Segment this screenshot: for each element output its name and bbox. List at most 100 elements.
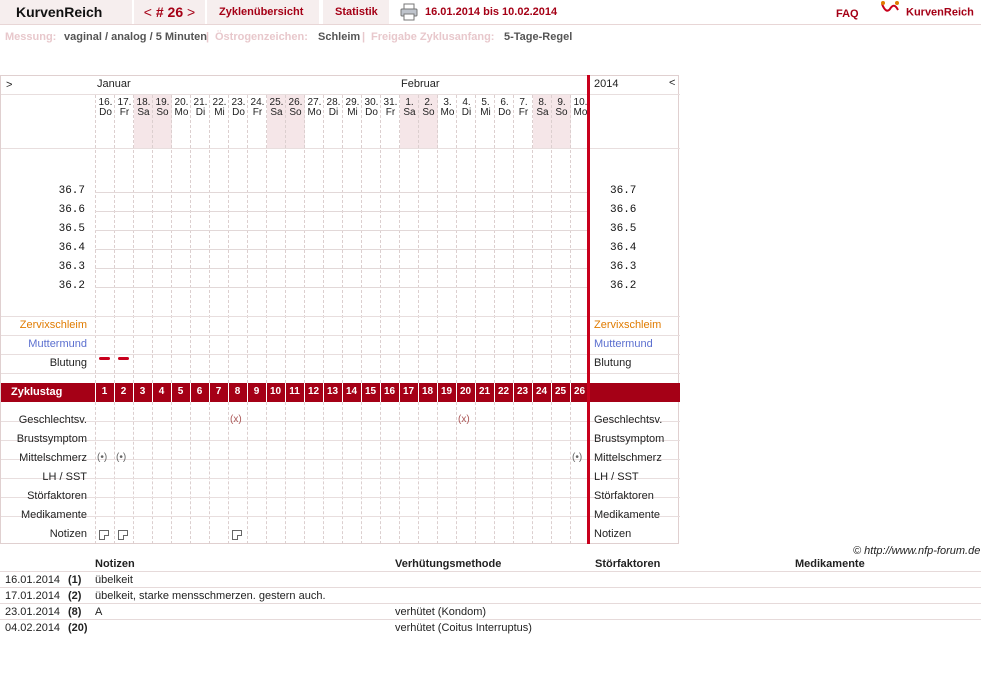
temperature-gridline bbox=[95, 230, 588, 231]
day-weekday: Do bbox=[99, 107, 112, 118]
cycle-day-divider bbox=[247, 383, 248, 402]
cycle-day-cell: (8) bbox=[68, 606, 82, 618]
row-label-left: Zervixschleim bbox=[19, 319, 87, 331]
cycle-day-divider bbox=[190, 383, 191, 402]
printer-icon[interactable] bbox=[400, 3, 420, 21]
column-gridline bbox=[209, 95, 210, 383]
cycle-day-divider bbox=[133, 383, 134, 402]
cycle-day-number: 14 bbox=[345, 386, 358, 397]
row-label-right: Muttermund bbox=[594, 338, 653, 350]
cycle-day-cell: (20) bbox=[68, 622, 88, 634]
column-gridline bbox=[342, 95, 343, 383]
cycle-day-number: 22 bbox=[497, 386, 510, 397]
tab-statistics[interactable]: Statistik bbox=[323, 0, 389, 24]
temperature-label-right: 36.5 bbox=[610, 223, 637, 235]
day-weekday: So bbox=[555, 107, 568, 118]
scroll-right-button[interactable]: < bbox=[669, 77, 675, 89]
day-weekday: So bbox=[289, 107, 302, 118]
cycle-day-divider bbox=[285, 383, 286, 402]
mittelschmerz-mark[interactable]: (•) bbox=[97, 452, 107, 463]
column-gridline bbox=[247, 402, 248, 544]
cycle-chart: > 2014 < Zyklustag Januar Februar 16. Do 17.… bbox=[0, 75, 680, 544]
estrogen-label: Östrogenzeichen: bbox=[215, 31, 308, 43]
column-gridline bbox=[380, 95, 381, 383]
column-gridline bbox=[361, 402, 362, 544]
row-gridline bbox=[1, 354, 680, 355]
month-label: Februar bbox=[401, 78, 440, 90]
cycle-day-divider bbox=[323, 383, 324, 402]
column-gridline bbox=[342, 402, 343, 544]
date-cell: 04.02.2014 bbox=[5, 622, 61, 634]
cycle-day-number: 3 bbox=[139, 386, 146, 397]
cycle-day-number: 9 bbox=[253, 386, 260, 397]
column-gridline bbox=[494, 402, 495, 544]
mittelschmerz-mark[interactable]: (•) bbox=[116, 452, 126, 463]
month-label: Januar bbox=[97, 78, 131, 90]
cycle-day-number: 2 bbox=[120, 386, 127, 397]
row-label-right: Geschlechtsv. bbox=[594, 414, 663, 426]
temperature-gridline bbox=[95, 211, 588, 212]
cycle-day-number: 7 bbox=[215, 386, 222, 397]
day-weekday: Fr bbox=[385, 107, 396, 118]
column-gridline bbox=[304, 402, 305, 544]
column-gridline bbox=[228, 95, 229, 383]
scroll-left-button[interactable]: > bbox=[6, 79, 12, 91]
next-cycle-button[interactable]: > bbox=[187, 4, 195, 20]
cycle-day-divider bbox=[475, 383, 476, 402]
column-gridline bbox=[171, 95, 172, 383]
cycle-day-divider bbox=[171, 383, 172, 402]
row-label-right: Zervixschleim bbox=[594, 319, 662, 331]
contraception-cell: verhütet (Kondom) bbox=[395, 606, 487, 618]
measure-label: Messung: bbox=[5, 31, 57, 43]
tab-cycle-overview[interactable]: Zyklenübersicht bbox=[207, 0, 319, 24]
day-weekday: Mo bbox=[174, 107, 189, 118]
temperature-label: 36.6 bbox=[58, 204, 85, 216]
cycle-day-number: 16 bbox=[383, 386, 396, 397]
day-weekday: Do bbox=[232, 107, 245, 118]
column-gridline bbox=[133, 402, 134, 544]
settings-line: Messung: vaginal / analog / 5 Minuten | … bbox=[0, 30, 981, 44]
cycle-day-divider bbox=[551, 383, 552, 402]
contraception-cell: verhütet (Coitus Interruptus) bbox=[395, 622, 532, 634]
column-gridline bbox=[133, 95, 134, 383]
intercourse-mark[interactable]: (x) bbox=[230, 414, 242, 425]
kurvenreich-logo-icon bbox=[880, 0, 900, 25]
prev-cycle-button[interactable]: < bbox=[144, 4, 152, 20]
cycle-day-number: 8 bbox=[234, 386, 241, 397]
cycle-day-number: 12 bbox=[307, 386, 320, 397]
cycle-day-number: 4 bbox=[158, 386, 165, 397]
intercourse-mark[interactable]: (x) bbox=[458, 414, 470, 425]
note-icon[interactable] bbox=[232, 530, 242, 540]
note-icon[interactable] bbox=[99, 530, 109, 540]
day-weekday: So bbox=[156, 107, 169, 118]
cycle-day-divider bbox=[342, 383, 343, 402]
cycle-day-number: 1 bbox=[101, 386, 108, 397]
col-header-notes: Notizen bbox=[95, 558, 135, 570]
note-icon[interactable] bbox=[118, 530, 128, 540]
date-cell: 16.01.2014 bbox=[5, 574, 61, 586]
column-gridline bbox=[304, 95, 305, 383]
cycle-day-number: 23 bbox=[516, 386, 529, 397]
cycle-day-cell: (2) bbox=[68, 590, 82, 602]
column-gridline bbox=[95, 402, 96, 544]
col-header-medication: Medikamente bbox=[795, 558, 865, 570]
cycle-day-number: 17 bbox=[402, 386, 415, 397]
measure-value: vaginal / analog / 5 Minuten bbox=[64, 31, 208, 43]
temperature-label-right: 36.4 bbox=[610, 242, 637, 254]
column-gridline bbox=[361, 95, 362, 383]
row-gridline bbox=[1, 316, 680, 317]
cycle-day-number: 6 bbox=[196, 386, 203, 397]
app-title: KurvenReich bbox=[0, 0, 132, 24]
bleeding-mark[interactable] bbox=[118, 357, 129, 360]
logo[interactable]: KurvenReich bbox=[880, 0, 974, 24]
faq-link[interactable]: FAQ bbox=[836, 2, 859, 26]
cycle-day-divider bbox=[361, 383, 362, 402]
day-weekday: Di bbox=[461, 107, 472, 118]
mittelschmerz-mark[interactable]: (•) bbox=[572, 452, 582, 463]
row-gridline bbox=[1, 373, 680, 374]
column-gridline bbox=[114, 95, 115, 383]
cycle-day-divider bbox=[152, 383, 153, 402]
day-weekday: Sa bbox=[270, 107, 283, 118]
column-gridline bbox=[532, 95, 533, 383]
bleeding-mark[interactable] bbox=[99, 357, 110, 360]
